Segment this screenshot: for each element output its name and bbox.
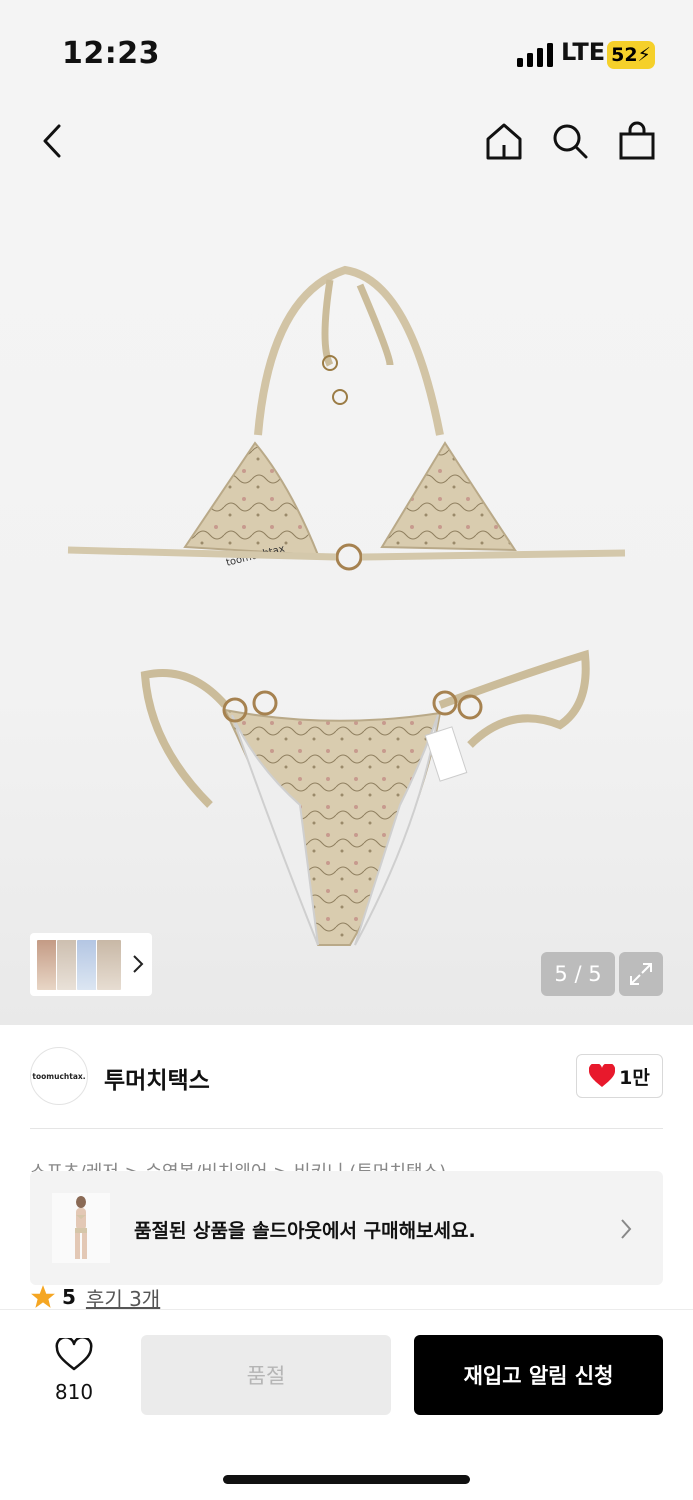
home-icon — [486, 123, 522, 160]
brand-like-button[interactable]: 1만 — [576, 1054, 663, 1098]
wish-button[interactable]: 810 — [44, 1336, 104, 1404]
battery-level: 52 — [611, 44, 638, 66]
bottom-action-bar: 810 품절 재입고 알림 신청 — [0, 1309, 693, 1500]
brand-logo[interactable]: toomuchtax. — [30, 1047, 88, 1105]
star-icon — [31, 1285, 55, 1308]
expand-icon — [630, 963, 652, 985]
brand-logo-text: toomuchtax. — [32, 1071, 86, 1081]
brand-name[interactable]: 투머치택스 — [104, 1061, 210, 1095]
chevron-right-icon — [133, 955, 144, 973]
banner-product-image — [52, 1193, 110, 1263]
thumbnail-strip[interactable] — [30, 933, 152, 996]
chevron-right-icon — [621, 1219, 632, 1239]
model-image — [75, 1196, 87, 1259]
rating-row: 5 후기 3개 — [30, 1282, 160, 1312]
divider — [30, 1128, 663, 1129]
brand-row[interactable]: toomuchtax. 투머치택스 1만 — [0, 1025, 693, 1129]
wish-count: 810 — [54, 1380, 94, 1404]
soldout-banner[interactable]: 품절된 상품을 솔드아웃에서 구매해보세요. — [30, 1171, 663, 1285]
top-nav — [0, 100, 693, 185]
search-icon — [553, 124, 588, 159]
expand-button[interactable] — [619, 952, 663, 996]
rating-score: 5 — [62, 1285, 76, 1309]
soldout-button: 품절 — [141, 1335, 391, 1415]
heart-outline-icon — [55, 1336, 93, 1371]
restock-alert-button[interactable]: 재입고 알림 신청 — [414, 1335, 663, 1415]
charging-icon: ⚡ — [637, 44, 651, 66]
search-button[interactable] — [547, 118, 593, 164]
cart-button[interactable] — [614, 118, 660, 164]
status-time: 12:23 — [62, 36, 160, 71]
heart-filled-icon — [589, 1064, 616, 1087]
shopping-bag-icon — [619, 121, 655, 160]
review-link[interactable]: 후기 3개 — [86, 1283, 160, 1312]
battery-indicator: 52⚡ — [607, 41, 655, 69]
network-label: LTE — [561, 38, 606, 66]
home-indicator — [223, 1475, 470, 1484]
home-button[interactable] — [481, 118, 527, 164]
product-image: toomuchtax — [67, 265, 626, 947]
brand-like-count: 1만 — [619, 1066, 650, 1089]
breadcrumb[interactable]: 스포츠/레저 > 수영복/비치웨어 > 비키니 (투머치택스) — [30, 1158, 446, 1172]
thumbnail-4[interactable] — [96, 938, 122, 991]
banner-text: 품절된 상품을 솔드아웃에서 구매해보세요. — [134, 1220, 476, 1242]
status-bar: 12:23 LTE 52⚡ — [0, 0, 693, 100]
chevron-left-icon — [43, 124, 61, 158]
product-gallery[interactable]: toomuchtax 5 / 5 — [0, 185, 693, 1025]
signal-icon — [517, 43, 553, 67]
page-indicator: 5 / 5 — [541, 952, 615, 996]
back-button[interactable] — [30, 118, 76, 164]
